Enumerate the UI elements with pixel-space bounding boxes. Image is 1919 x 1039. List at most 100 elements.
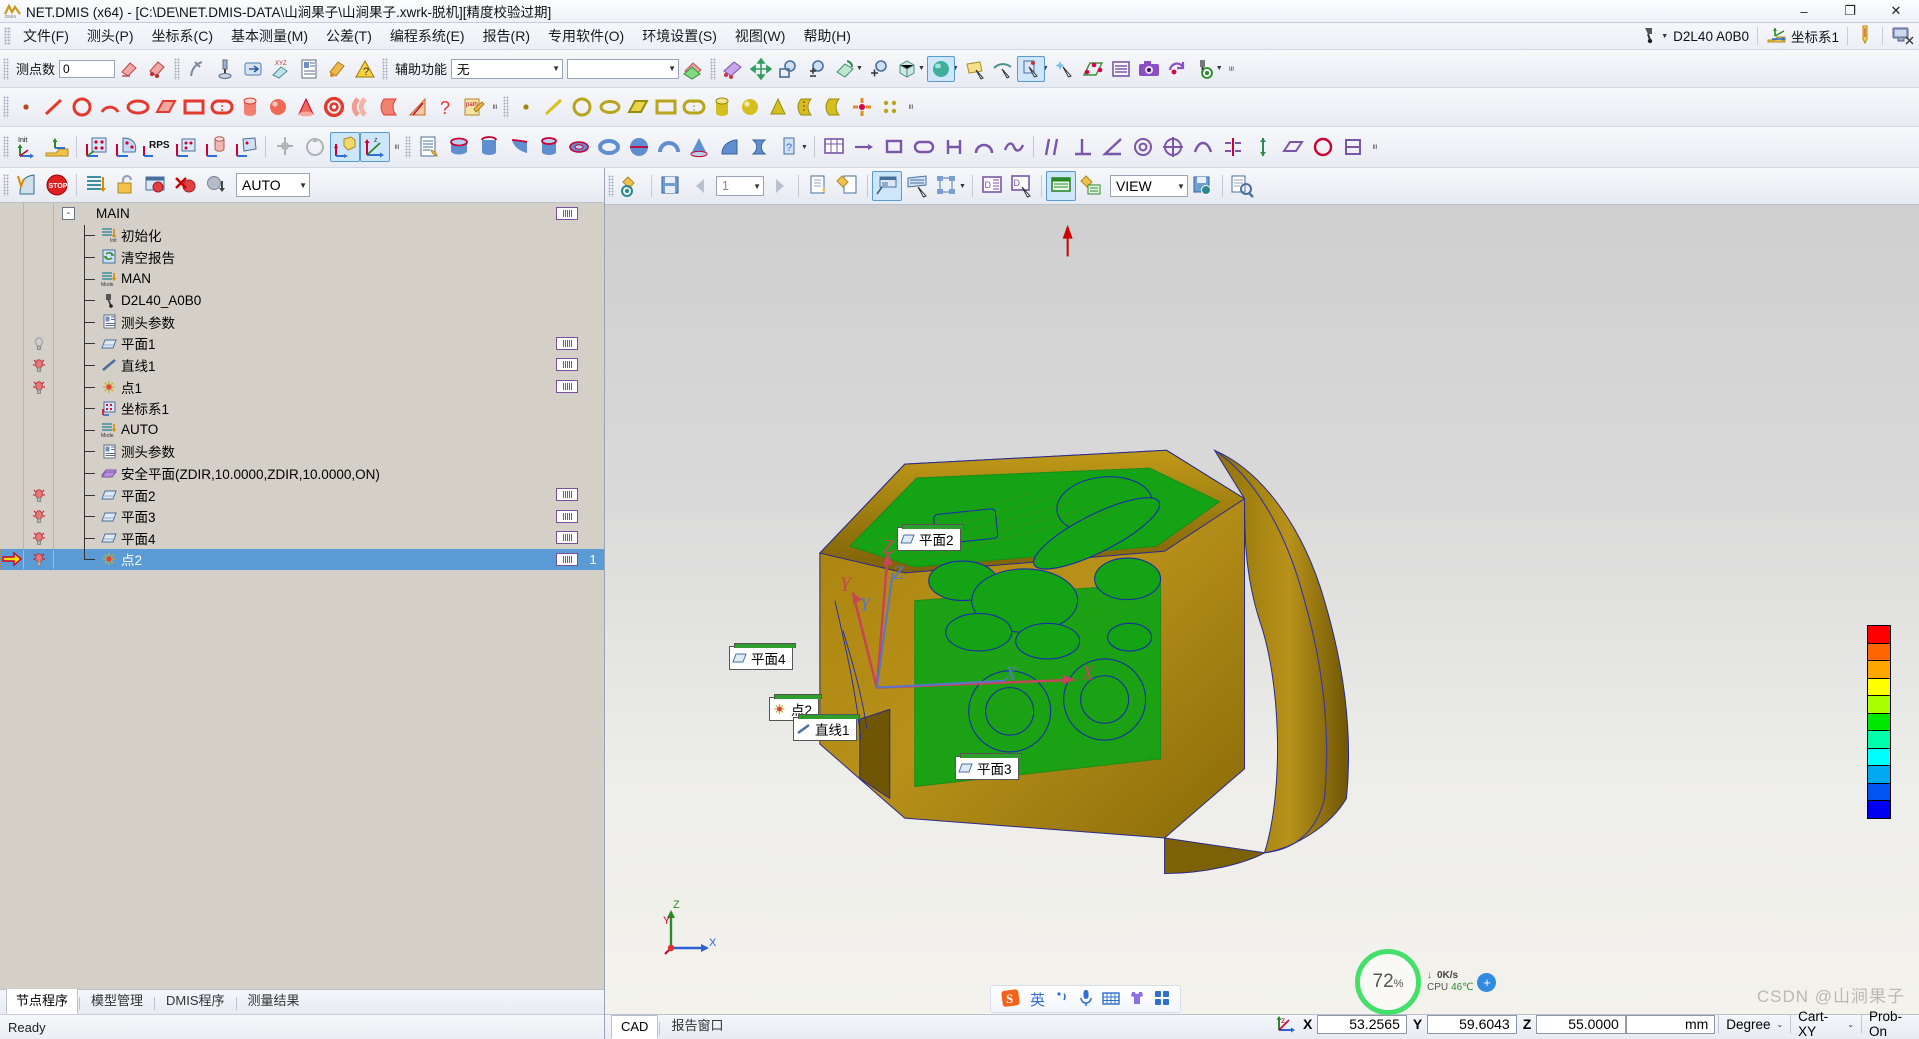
apps-icon[interactable] xyxy=(1154,990,1170,1009)
purple-h-icon[interactable] xyxy=(939,132,969,162)
menu-programming[interactable]: 编程系统(E) xyxy=(381,23,474,49)
keyboard-icon[interactable] xyxy=(1102,991,1120,1008)
tree-row-visibility-icon[interactable] xyxy=(24,203,54,225)
toolbar-overflow-5[interactable]: ≡ xyxy=(1370,144,1380,149)
tab-dmis-program[interactable]: DMIS程序 xyxy=(156,986,235,1014)
csys-feature-icon[interactable] xyxy=(231,132,261,162)
tree-row-visibility-icon[interactable] xyxy=(24,375,54,398)
program-toolbar-grip[interactable] xyxy=(3,174,9,196)
toolbar-aux-grip[interactable] xyxy=(382,57,389,80)
gdt-runout-icon[interactable] xyxy=(1248,132,1278,162)
menu-basic-measure[interactable]: 基本测量(M) xyxy=(222,23,317,49)
yellow-plane-icon[interactable] xyxy=(624,94,652,120)
purple-square-icon[interactable] xyxy=(879,132,909,162)
purple-arrow-icon[interactable] xyxy=(849,132,879,162)
red-question-icon[interactable]: ? xyxy=(432,94,460,120)
tree-row[interactable]: Mode AUTO xyxy=(0,418,604,441)
yellow-points-pattern-icon[interactable] xyxy=(876,94,904,120)
toolbar-csys-grip[interactable] xyxy=(3,136,9,158)
tree-row-visibility-icon[interactable] xyxy=(24,462,54,484)
prev-page-icon[interactable] xyxy=(686,171,716,201)
new-view-icon[interactable] xyxy=(803,171,833,201)
callout-line1[interactable]: 直线1 xyxy=(793,714,860,741)
red-ellipse-icon[interactable] xyxy=(124,94,152,120)
rotate-view-icon[interactable] xyxy=(719,56,747,82)
tab-report-window[interactable]: 报告窗口 xyxy=(661,1011,733,1039)
run-program-icon[interactable] xyxy=(12,170,42,200)
gdt-concentric-icon[interactable] xyxy=(1128,132,1158,162)
tree-row-visibility-icon[interactable] xyxy=(24,289,54,311)
z-value-field[interactable]: 55.0000 xyxy=(1536,1014,1626,1034)
red-arc-icon[interactable] xyxy=(96,94,124,120)
blue-cylinder-cut-icon[interactable] xyxy=(534,132,564,162)
aux-apply-icon[interactable] xyxy=(679,56,707,82)
shaded-view-icon[interactable] xyxy=(926,55,955,82)
red-torus-icon[interactable] xyxy=(320,94,348,120)
tree-row-visibility-icon[interactable] xyxy=(24,526,54,549)
tree-row-visibility-icon[interactable] xyxy=(24,332,54,355)
tree-row[interactable]: 安全平面(ZDIR,10.0000,ZDIR,10.0000,ON) xyxy=(0,462,604,484)
tree-row-visibility-icon[interactable] xyxy=(24,483,54,506)
csys-init-icon[interactable]: Init xyxy=(12,132,42,162)
screenshot-icon[interactable] xyxy=(1135,56,1163,82)
x-value-field[interactable]: 53.2565 xyxy=(1317,1014,1407,1034)
red-line-icon[interactable] xyxy=(40,94,68,120)
gdt-angle-icon[interactable] xyxy=(1098,132,1128,162)
yellow-curve-icon[interactable] xyxy=(792,94,820,120)
tab-cad[interactable]: CAD xyxy=(611,1015,659,1039)
tree-row-visibility-icon[interactable] xyxy=(24,548,54,571)
dimension-select-icon[interactable]: D xyxy=(1007,171,1037,201)
gdt-symmetry-icon[interactable] xyxy=(1218,132,1248,162)
probe-state-select[interactable]: Prob-On⌄ xyxy=(1865,1009,1919,1039)
coord-csys-icon[interactable]: z xyxy=(1275,1013,1297,1036)
csys-points-icon[interactable] xyxy=(171,132,201,162)
csys-box-icon[interactable] xyxy=(330,132,360,162)
callout-plane2[interactable]: 平面2 xyxy=(897,524,964,551)
zoom-window-icon[interactable] xyxy=(775,56,803,82)
red-angle-measure-icon[interactable] xyxy=(404,94,432,120)
red-rectangle-icon[interactable] xyxy=(180,94,208,120)
red-path-icon[interactable]: path xyxy=(460,94,488,120)
box-view-icon[interactable] xyxy=(893,56,921,82)
disconnect-monitor-icon[interactable] xyxy=(1891,25,1915,48)
program-step-icon[interactable] xyxy=(81,170,111,200)
blue-disc-icon[interactable] xyxy=(564,132,594,162)
coordinate-system-icon[interactable] xyxy=(1766,26,1788,47)
yellow-target-icon[interactable] xyxy=(848,94,876,120)
red-cylinder-icon[interactable] xyxy=(236,94,264,120)
close-button[interactable]: ✕ xyxy=(1873,0,1919,22)
gdt-circularity-icon[interactable] xyxy=(1308,132,1338,162)
gdt-parallel-icon[interactable] xyxy=(1038,132,1068,162)
blue-revolve-icon[interactable] xyxy=(744,132,774,162)
gdt-position-icon[interactable] xyxy=(1158,132,1188,162)
set-breakpoint-icon[interactable] xyxy=(141,170,171,200)
gdt-profile-icon[interactable] xyxy=(1188,132,1218,162)
cpu-monitor-widget[interactable]: 72% ↓ 0K/s CPU 46℃ + xyxy=(1355,949,1497,1015)
tree-row[interactable]: - MAIN xyxy=(0,203,604,225)
magic-select-icon[interactable] xyxy=(1051,56,1079,82)
tree-row[interactable]: 平面4 xyxy=(0,526,604,549)
probe-visibility-icon[interactable] xyxy=(1191,56,1219,82)
red-surface-icon[interactable] xyxy=(376,94,404,120)
toolbar-overflow-4[interactable]: ≡ xyxy=(392,144,402,149)
menu-probe[interactable]: 测头(P) xyxy=(78,23,143,49)
gdt-perpendicular-icon[interactable] xyxy=(1068,132,1098,162)
view-settings-icon[interactable] xyxy=(833,171,863,201)
paint-probe-icon[interactable] xyxy=(323,56,351,82)
probe-calibrate-icon[interactable] xyxy=(211,56,239,82)
blue-sphere-cut-icon[interactable] xyxy=(624,132,654,162)
pen-icon[interactable] xyxy=(1856,25,1874,48)
csys-3point-icon[interactable] xyxy=(81,132,111,162)
tree-row-visibility-icon[interactable] xyxy=(24,440,54,463)
expand-widget-button[interactable]: + xyxy=(1477,972,1497,992)
result-table-icon[interactable] xyxy=(1045,171,1076,201)
minimize-button[interactable]: – xyxy=(1781,0,1827,22)
csys-align-icon[interactable] xyxy=(270,132,300,162)
erase-points-icon[interactable] xyxy=(115,56,143,82)
csys-cylinder-icon[interactable] xyxy=(201,132,231,162)
toolbar-overflow-2[interactable]: ≡ xyxy=(490,104,500,109)
view-select[interactable]: VIEW ▼ xyxy=(1109,175,1188,197)
tree-row[interactable]: 清空报告 xyxy=(0,246,604,268)
select-edge-icon[interactable] xyxy=(989,56,1017,82)
run-to-point-icon[interactable] xyxy=(201,170,231,200)
